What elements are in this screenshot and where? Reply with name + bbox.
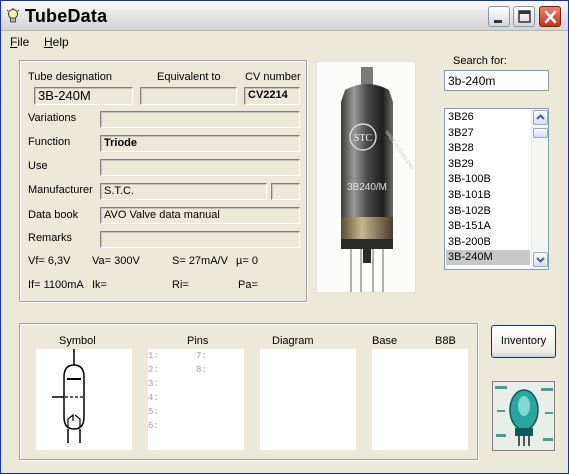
tube-designation-label: Tube designation: [28, 71, 112, 83]
databook-field[interactable]: AVO Valve data manual: [100, 207, 300, 224]
minimize-button[interactable]: [488, 6, 510, 27]
function-label: Function: [28, 136, 71, 148]
scroll-down-button[interactable]: [533, 252, 548, 267]
diagram-box: [260, 349, 356, 450]
remarks-label: Remarks: [28, 232, 73, 244]
vacuum-tube-image: STC MADE IN ENGLAND 3B240/M: [341, 67, 415, 292]
list-item[interactable]: 3B27: [446, 126, 530, 141]
pin-5: 5:: [148, 407, 159, 417]
title-bar[interactable]: TubeData: [1, 1, 568, 31]
variations-label: Variations: [28, 112, 77, 124]
chevron-up-icon: [536, 114, 545, 120]
if-value: If= 1100mA: [28, 279, 84, 291]
chevron-down-icon: [536, 257, 545, 263]
manufacturer-extra-field[interactable]: [271, 183, 300, 200]
search-input[interactable]: [444, 70, 549, 91]
list-item[interactable]: 3B29: [446, 157, 530, 172]
cv-number-label: CV number: [245, 71, 301, 83]
mu-value: µ= 0: [236, 255, 258, 267]
diagram-label: Diagram: [272, 335, 314, 347]
base-box: [372, 349, 468, 450]
pin-6: 6:: [148, 421, 159, 431]
main-window: TubeData File Help Tube designation Equi…: [0, 0, 569, 474]
scroll-thumb[interactable]: [533, 128, 548, 138]
databook-label: Data book: [28, 209, 79, 221]
symbol-box: [36, 349, 132, 450]
function-field[interactable]: Triode: [100, 135, 300, 152]
tube-logo-icon: [493, 382, 554, 450]
tube-photo: STC MADE IN ENGLAND 3B240/M: [316, 61, 416, 293]
variations-field[interactable]: [100, 111, 300, 128]
list-item[interactable]: 3B-240M: [446, 250, 530, 266]
pin-7: 7:: [196, 351, 207, 361]
symbol-label: Symbol: [59, 335, 96, 347]
tube-brand-print: STC: [354, 133, 373, 144]
lightbulb-icon: [6, 8, 20, 23]
base-value: B8B: [435, 335, 456, 347]
results-scrollbar[interactable]: [531, 109, 548, 269]
s-value: S= 27mA/V: [172, 255, 228, 267]
list-item[interactable]: 3B26: [446, 110, 530, 125]
tube-designation-field[interactable]: 3B-240M: [34, 87, 133, 105]
pin-3: 3:: [148, 379, 159, 389]
list-item[interactable]: 3B-102B: [446, 204, 530, 219]
minimize-icon: [494, 20, 502, 23]
pin-1: 1:: [148, 351, 159, 361]
maximize-button[interactable]: [513, 6, 535, 27]
inventory-button[interactable]: Inventory: [491, 325, 556, 358]
manufacturer-label: Manufacturer: [28, 184, 93, 196]
menu-bar: File Help: [1, 32, 568, 52]
list-item[interactable]: 3B-100B: [446, 172, 530, 187]
remarks-field[interactable]: [100, 231, 300, 248]
list-item[interactable]: 3B-200B: [446, 235, 530, 250]
use-field[interactable]: [100, 159, 300, 176]
va-value: Va= 300V: [92, 255, 140, 267]
ik-value: Ik=: [92, 279, 107, 291]
list-item[interactable]: 3B-101B: [446, 188, 530, 203]
results-list[interactable]: 3B26 3B27 3B28 3B29 3B-100B 3B-101B 3B-102B 3B-…: [444, 108, 549, 270]
base-label: Base: [372, 335, 398, 347]
pin-4: 4:: [148, 393, 159, 403]
maximize-icon: [518, 10, 531, 23]
triode-symbol-icon: [52, 349, 85, 443]
close-icon: [544, 10, 557, 24]
list-item[interactable]: 3B-151A: [446, 219, 530, 234]
close-button[interactable]: [539, 6, 561, 27]
cv-number-field[interactable]: CV2214: [244, 87, 300, 105]
equivalent-field[interactable]: [140, 87, 237, 105]
manufacturer-field[interactable]: S.T.C.: [100, 183, 267, 200]
tube-type-print: 3B240/M: [347, 182, 387, 193]
window-title: TubeData: [25, 6, 108, 26]
pa-value: Pa=: [238, 279, 258, 291]
pin-8: 8:: [196, 365, 207, 375]
pins-label: Pins: [187, 335, 209, 347]
use-label: Use: [28, 160, 48, 172]
equivalent-label: Equivalent to: [157, 71, 221, 83]
search-label: Search for:: [453, 55, 507, 67]
menu-file[interactable]: File: [10, 35, 29, 49]
list-item[interactable]: 3B28: [446, 141, 530, 156]
vf-value: Vf= 6,3V: [28, 255, 71, 267]
app-logo: [492, 381, 555, 451]
pin-2: 2:: [148, 365, 159, 375]
scroll-up-button[interactable]: [533, 110, 548, 125]
menu-help[interactable]: Help: [44, 35, 69, 49]
pins-box: 1: 2: 3: 4: 5: 6: 7: 8:: [148, 349, 244, 450]
ri-value: Ri=: [172, 279, 189, 291]
